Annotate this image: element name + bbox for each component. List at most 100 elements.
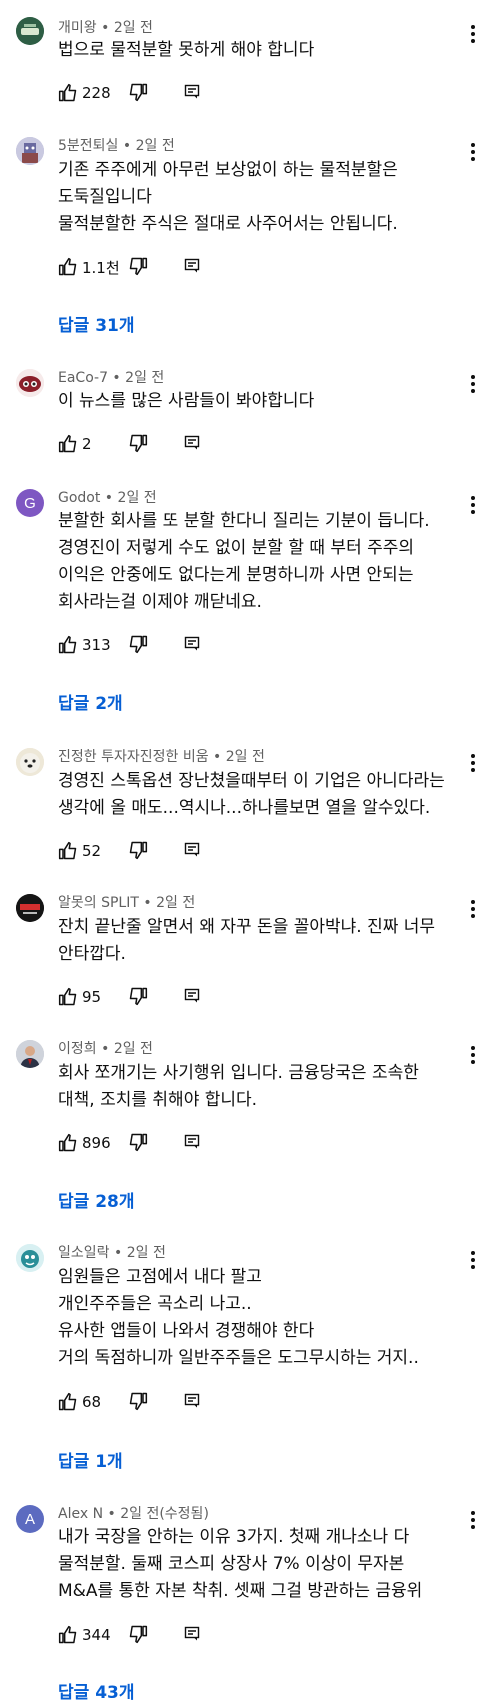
more-vert-icon[interactable] xyxy=(470,143,476,164)
thumb-up-icon xyxy=(58,841,77,860)
comment-text: 이 뉴스를 많은 사람들이 봐야합니다 xyxy=(58,391,315,411)
reply-button[interactable] xyxy=(184,636,200,656)
reply-icon xyxy=(184,988,200,1003)
dislike-button[interactable] xyxy=(128,1624,148,1648)
reply-button[interactable] xyxy=(184,1626,200,1646)
dislike-button[interactable] xyxy=(128,1132,148,1156)
more-vert-icon[interactable] xyxy=(470,25,476,46)
dislike-button[interactable] xyxy=(128,634,148,658)
avatar[interactable] xyxy=(16,1244,44,1272)
more-vert-icon[interactable] xyxy=(470,1046,476,1067)
reply-button[interactable] xyxy=(184,258,200,278)
reply-icon xyxy=(184,435,200,450)
reply-button[interactable] xyxy=(184,1134,200,1154)
comment-time[interactable]: 2일 전 xyxy=(125,370,164,386)
comment-time[interactable]: 2일 전 xyxy=(226,749,265,765)
view-replies-link[interactable]: 답글 2개 xyxy=(58,689,123,714)
comment-meta: 일소일락 • 2일 전 xyxy=(58,1245,166,1261)
like-button[interactable]: 68 xyxy=(58,1392,101,1412)
reply-button[interactable] xyxy=(184,1393,200,1413)
thumb-up-icon xyxy=(58,257,77,276)
comment-author[interactable]: 일소일락 xyxy=(58,1245,110,1261)
more-vert-icon[interactable] xyxy=(470,1511,476,1532)
comment-author[interactable]: 알못의 SPLIT xyxy=(58,895,139,911)
character-avatar-icon xyxy=(16,369,44,397)
comment-author[interactable]: 5분전퇴실 xyxy=(58,138,118,154)
thumb-down-icon xyxy=(129,987,148,1006)
comment-author[interactable]: Alex N xyxy=(58,1506,103,1522)
comment-actions: 95 xyxy=(58,986,200,1008)
dislike-button[interactable] xyxy=(128,1391,148,1415)
thumb-down-icon xyxy=(129,1625,148,1644)
like-button[interactable]: 344 xyxy=(58,1625,111,1645)
like-button[interactable]: 52 xyxy=(58,841,101,861)
reply-button[interactable] xyxy=(184,84,200,104)
comment-author[interactable]: EaCo-7 xyxy=(58,370,108,386)
dislike-button[interactable] xyxy=(128,986,148,1010)
thumb-down-icon xyxy=(129,635,148,654)
like-button[interactable]: 2 xyxy=(58,434,92,454)
thumb-up-icon xyxy=(58,635,77,654)
dislike-button[interactable] xyxy=(128,256,148,280)
comment-time[interactable]: 2일 전 xyxy=(114,20,153,36)
comment-time[interactable]: 2일 전 xyxy=(156,895,195,911)
comment-actions: 344 xyxy=(58,1624,200,1646)
like-button[interactable]: 228 xyxy=(58,83,111,103)
comment-meta: EaCo-7 • 2일 전 xyxy=(58,370,165,386)
view-replies-link[interactable]: 답글 43개 xyxy=(58,1678,135,1703)
thumb-down-icon xyxy=(129,434,148,453)
avatar[interactable] xyxy=(16,894,44,922)
view-replies-link[interactable]: 답글 31개 xyxy=(58,311,135,336)
comment-text: 잔치 끝난줄 알면서 왜 자꾸 돈을 꼴아박냐. 진짜 너무 안타깝다. xyxy=(58,917,436,964)
reply-button[interactable] xyxy=(184,842,200,862)
like-button[interactable]: 95 xyxy=(58,987,101,1007)
avatar[interactable] xyxy=(16,1040,44,1068)
thumb-up-icon xyxy=(58,434,77,453)
like-count: 896 xyxy=(82,1134,111,1152)
comment-author[interactable]: 진정한 투자자진정한 비움 xyxy=(58,749,209,765)
like-button[interactable]: 313 xyxy=(58,635,111,655)
avatar[interactable] xyxy=(16,748,44,776)
comment-actions: 313 xyxy=(58,634,200,656)
more-vert-icon[interactable] xyxy=(470,1251,476,1272)
comment-text: 내가 국장을 안하는 이유 3가지. 첫째 개나소나 다 물적분할. 둘째 코스피… xyxy=(58,1527,423,1601)
avatar[interactable]: G xyxy=(16,489,44,517)
avatar[interactable] xyxy=(16,17,44,45)
thumb-up-icon xyxy=(58,1625,77,1644)
thumb-up-icon xyxy=(58,1133,77,1152)
person-avatar-icon xyxy=(16,1040,44,1068)
avatar-letter: G xyxy=(24,494,36,512)
comment-author[interactable]: Godot xyxy=(58,490,100,506)
comment-meta: 알못의 SPLIT • 2일 전 xyxy=(58,895,196,911)
comment-time[interactable]: 2일 전 xyxy=(114,1041,153,1057)
comment-meta: 진정한 투자자진정한 비움 • 2일 전 xyxy=(58,749,265,765)
view-replies-link[interactable]: 답글 1개 xyxy=(58,1447,123,1472)
comment-text: 법으로 물적분할 못하게 해야 합니다 xyxy=(58,40,315,60)
avatar[interactable]: A xyxy=(16,1505,44,1533)
dislike-button[interactable] xyxy=(128,433,148,457)
avatar[interactable] xyxy=(16,137,44,165)
comment-time[interactable]: 2일 전(수정됨) xyxy=(120,1506,209,1522)
avatar[interactable] xyxy=(16,369,44,397)
more-vert-icon[interactable] xyxy=(470,375,476,396)
comment-time[interactable]: 2일 전 xyxy=(127,1245,166,1261)
like-button[interactable]: 1.1천 xyxy=(58,257,120,278)
animal-avatar-icon xyxy=(16,748,44,776)
dislike-button[interactable] xyxy=(128,82,148,106)
comment-time[interactable]: 2일 전 xyxy=(136,138,175,154)
robot-avatar-icon xyxy=(16,137,44,165)
reply-button[interactable] xyxy=(184,988,200,1008)
thumb-down-icon xyxy=(129,841,148,860)
more-vert-icon[interactable] xyxy=(470,496,476,517)
reply-button[interactable] xyxy=(184,435,200,455)
like-button[interactable]: 896 xyxy=(58,1133,111,1153)
view-replies-link[interactable]: 답글 28개 xyxy=(58,1187,135,1212)
dislike-button[interactable] xyxy=(128,840,148,864)
comment-text: 경영진 스톡옵션 장난쳤을때부터 이 기업은 아니다라는 생각에 올 매도...역… xyxy=(58,771,445,818)
comment-time[interactable]: 2일 전 xyxy=(118,490,157,506)
comment-author[interactable]: 이정희 xyxy=(58,1041,97,1057)
more-vert-icon[interactable] xyxy=(470,900,476,921)
avatar-letter: A xyxy=(24,1510,35,1528)
comment-author[interactable]: 개미왕 xyxy=(58,20,97,36)
more-vert-icon[interactable] xyxy=(470,754,476,775)
